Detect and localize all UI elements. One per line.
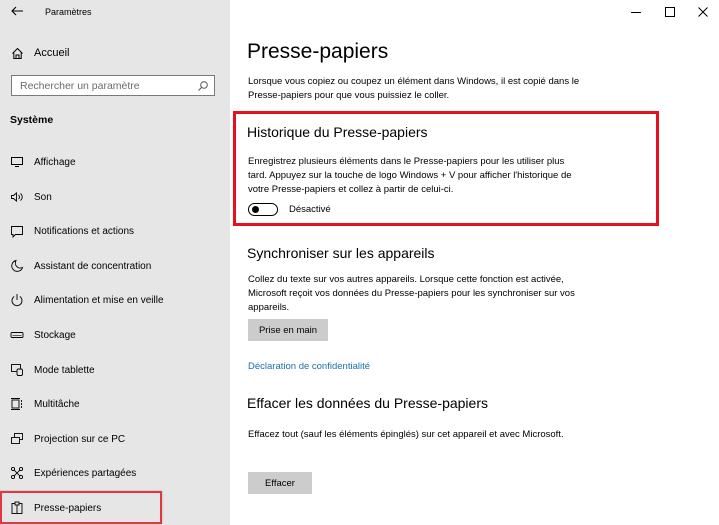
shared-experiences-icon [10, 466, 24, 480]
history-heading: Historique du Presse-papiers [247, 124, 428, 140]
intro-text: Lorsque vous copiez ou coupez un élément… [248, 76, 580, 101]
clear-button[interactable]: Effacer [248, 472, 312, 494]
display-icon [10, 155, 24, 169]
get-started-button[interactable]: Prise en main [248, 319, 328, 341]
sidebar-item-label: Stockage [34, 329, 76, 341]
sidebar-item-label: Alimentation et mise en veille [34, 294, 164, 306]
sync-heading: Synchroniser sur les appareils [247, 245, 435, 261]
history-toggle[interactable] [248, 203, 278, 216]
page-title: Presse-papiers [247, 40, 389, 63]
search-icon[interactable] [197, 79, 209, 91]
sidebar-home[interactable]: Accueil [10, 44, 69, 62]
moon-icon [10, 259, 24, 273]
sidebar-item-son[interactable]: Son [10, 187, 220, 207]
minimize-icon[interactable] [628, 4, 644, 20]
maximize-icon[interactable] [662, 4, 678, 20]
power-icon [10, 293, 24, 307]
sidebar-item-label: Assistant de concentration [34, 260, 152, 272]
privacy-statement-link[interactable]: Déclaration de confidentialité [248, 361, 370, 372]
sync-description: Collez du texte sur vos autres appareils… [248, 274, 575, 313]
notifications-icon [10, 224, 24, 238]
home-icon [10, 47, 24, 60]
sidebar-item-notifications[interactable]: Notifications et actions [10, 221, 220, 241]
sidebar-item-concentration[interactable]: Assistant de concentration [10, 256, 220, 276]
multitasking-icon [10, 397, 24, 411]
app-title: Paramètres [45, 7, 92, 17]
history-toggle-label: Désactivé [289, 204, 331, 215]
sidebar-item-mode-tablette[interactable]: Mode tablette [10, 360, 220, 380]
sidebar-item-projection[interactable]: Projection sur ce PC [10, 429, 220, 449]
sidebar-item-label: Affichage [34, 156, 76, 168]
search-input[interactable] [20, 79, 190, 92]
sidebar-item-affichage[interactable]: Affichage [10, 152, 220, 172]
search-box[interactable] [11, 75, 215, 96]
back-arrow-icon[interactable] [10, 4, 26, 20]
sidebar-item-experiences-partagees[interactable]: Expériences partagées [10, 463, 220, 483]
sidebar-item-label: Mode tablette [34, 364, 95, 376]
sound-icon [10, 190, 24, 204]
sidebar-item-multitache[interactable]: Multitâche [10, 394, 220, 414]
sidebar-home-label: Accueil [34, 47, 70, 59]
toggle-knob [252, 206, 259, 213]
tablet-mode-icon [10, 363, 24, 377]
sidebar-item-label: Expériences partagées [34, 467, 137, 479]
sidebar-item-label: Projection sur ce PC [34, 433, 126, 445]
selected-item-highlight [0, 491, 162, 524]
close-icon[interactable] [695, 4, 711, 20]
sidebar-item-label: Multitâche [34, 398, 80, 410]
sidebar-item-label: Son [34, 191, 52, 203]
sidebar-item-label: Notifications et actions [34, 225, 135, 237]
clear-description: Effacez tout (sauf les éléments épinglés… [248, 429, 564, 440]
history-description: Enregistrez plusieurs éléments dans le P… [248, 156, 572, 195]
sidebar: Paramètres Accueil Système Affichage Son… [0, 0, 230, 525]
sidebar-item-stockage[interactable]: Stockage [10, 325, 220, 345]
projection-icon [10, 432, 24, 446]
sidebar-item-alimentation[interactable]: Alimentation et mise en veille [10, 290, 220, 310]
section-label-systeme: Système [10, 114, 54, 126]
clear-heading: Effacer les données du Presse-papiers [247, 395, 488, 411]
storage-icon [10, 328, 24, 342]
